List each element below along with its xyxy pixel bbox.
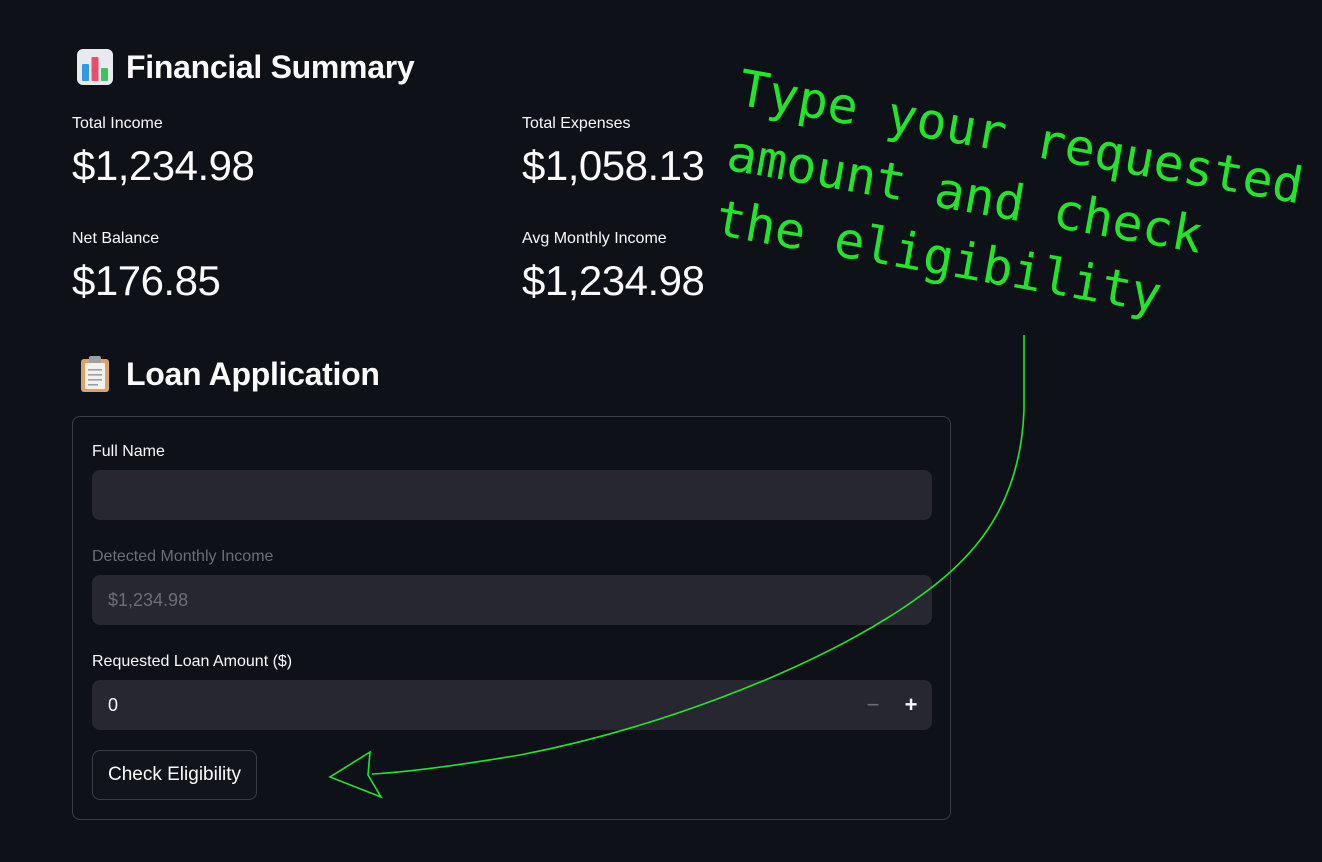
arrow-line [371,335,1025,775]
annotation-arrow [328,335,1025,799]
